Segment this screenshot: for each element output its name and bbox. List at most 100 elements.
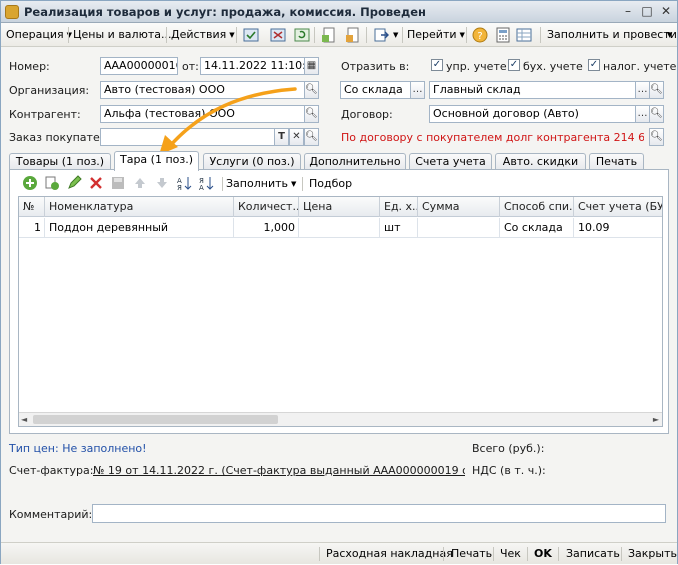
org-field[interactable]: Авто (тестовая) ООО <box>100 81 305 99</box>
col-price[interactable]: Цена <box>299 197 380 217</box>
document-window: Реализация товаров и услуг: продажа, ком… <box>0 0 678 564</box>
contract-search-icon[interactable]: 🔍︎ <box>649 105 664 123</box>
reflect-label: Отразить в: <box>341 60 410 73</box>
prices-currency-button[interactable]: Цены и валюта... <box>73 26 171 44</box>
svg-text:?: ? <box>477 31 482 42</box>
text-type-icon[interactable]: T <box>274 128 289 146</box>
title-bar: Реализация товаров и услуг: продажа, ком… <box>1 1 677 23</box>
delete-row-icon[interactable] <box>88 175 104 191</box>
invoice-link[interactable]: № 19 от 14.11.2022 г. (Счет-фактура выда… <box>93 464 465 477</box>
panel-toolbar: AЯ ЯA Заполнить ▼ Подбор <box>18 174 658 194</box>
table-row[interactable]: 1 Поддон деревянный 1,000 шт Со склада 1… <box>19 218 662 238</box>
reflect-acc-checkbox[interactable]: ✓ <box>508 59 520 71</box>
fill-and-post-button[interactable]: Заполнить и провести <box>547 26 677 44</box>
order-label: Заказ покупате... <box>9 131 111 144</box>
col-item[interactable]: Номенклатура <box>45 197 234 217</box>
ship-mode-field[interactable]: Со склада <box>340 81 411 99</box>
comment-field[interactable] <box>92 504 666 523</box>
clear-icon[interactable]: ✕ <box>289 128 304 146</box>
unpost-icon[interactable] <box>270 27 286 43</box>
print-button[interactable]: Печать <box>451 547 492 560</box>
order-search-icon[interactable]: 🔍︎ <box>304 128 319 146</box>
org-label: Организация: <box>9 84 90 97</box>
refresh-icon[interactable] <box>294 27 310 43</box>
tab-auto-discounts[interactable]: Авто. скидки <box>495 153 586 170</box>
price-type-link[interactable]: Тип цен: Не заполнено! <box>9 442 147 455</box>
number-field[interactable]: ААА00000016 <box>100 57 178 75</box>
contractor-field[interactable]: Альфа (тестовая) ООО <box>100 105 305 123</box>
invoice-label: Счет-фактура: <box>9 464 94 477</box>
containers-table: № Номенклатура Количест... Цена Ед. х...… <box>18 196 663 427</box>
tab-containers[interactable]: Тара (1 поз.) <box>114 151 199 171</box>
check-button[interactable]: Чек <box>500 547 521 560</box>
ship-mode-select-button[interactable]: … <box>410 81 425 99</box>
tab-services[interactable]: Услуги (0 поз.) <box>203 153 301 170</box>
col-method[interactable]: Способ спи... <box>500 197 574 217</box>
main-toolbar: Операция ▼ Цены и валюта... Действия ▼ ▼ П… <box>1 23 677 47</box>
total-label: Всего (руб.): <box>472 442 545 455</box>
operation-menu[interactable]: Операция ▼ <box>6 26 72 44</box>
tabs-row: Товары (1 поз.) Тара (1 поз.) Услуги (0 … <box>9 151 669 171</box>
structure-icon[interactable] <box>321 27 337 43</box>
table-settings-icon[interactable] <box>516 27 532 43</box>
vat-label: НДС (в т. ч.): <box>472 464 546 477</box>
tab-accounts[interactable]: Счета учета <box>409 153 492 170</box>
save-button[interactable]: Записать <box>566 547 620 560</box>
reflect-tax-checkbox[interactable]: ✓ <box>588 59 600 71</box>
contract-field[interactable]: Основной договор (Авто) <box>429 105 650 123</box>
reflect-mgmt-checkbox[interactable]: ✓ <box>431 59 443 71</box>
warehouse-field[interactable]: Главный склад <box>429 81 650 99</box>
tab-goods[interactable]: Товары (1 поз.) <box>9 153 111 170</box>
help-icon[interactable]: ? <box>472 27 488 43</box>
close-window-button[interactable]: ✕ <box>658 4 674 19</box>
goto-menu[interactable]: Перейти ▼ <box>407 26 465 44</box>
based-on-icon[interactable] <box>373 27 389 43</box>
document-icon <box>5 5 19 19</box>
search-icon[interactable]: 🔍︎ <box>304 81 319 99</box>
svg-text:A: A <box>199 184 204 191</box>
contract-label: Договор: <box>341 108 393 121</box>
date-label: от: <box>182 60 199 73</box>
col-unit[interactable]: Ед. х... <box>380 197 418 217</box>
contract-select-button[interactable]: … <box>635 105 650 123</box>
warehouse-search-icon[interactable]: 🔍︎ <box>649 81 664 99</box>
actions-menu[interactable]: Действия ▼ <box>171 26 235 44</box>
tab-additional[interactable]: Дополнительно <box>304 153 406 170</box>
ok-button[interactable]: OK <box>534 547 552 560</box>
fill-menu[interactable]: Заполнить ▼ <box>226 175 296 193</box>
maximize-button[interactable]: □ <box>639 4 655 19</box>
add-row-icon[interactable] <box>22 175 38 191</box>
warehouse-select-button[interactable]: … <box>635 81 650 99</box>
edit-row-icon[interactable] <box>66 175 82 191</box>
date-field[interactable]: 14.11.2022 11:10:37 <box>200 57 305 75</box>
tab-panel: AЯ ЯA Заполнить ▼ Подбор № Номенклатура К… <box>9 169 669 434</box>
move-up-icon[interactable] <box>132 175 148 191</box>
order-field[interactable] <box>100 128 275 146</box>
tab-print[interactable]: Печать <box>589 153 644 170</box>
reflect-acc-label: бух. учете <box>523 60 583 73</box>
col-sum[interactable]: Сумма <box>418 197 500 217</box>
calculator-icon[interactable] <box>495 27 511 43</box>
sort-desc-icon[interactable]: ЯA <box>198 175 214 191</box>
movements-icon[interactable] <box>345 27 361 43</box>
minimize-button[interactable]: – <box>620 4 636 19</box>
select-button[interactable]: Подбор <box>309 175 352 193</box>
col-qty[interactable]: Количест... <box>234 197 299 217</box>
contractor-search-icon[interactable]: 🔍︎ <box>304 105 319 123</box>
reflect-tax-label: налог. учете <box>603 60 677 73</box>
copy-row-icon[interactable] <box>44 175 60 191</box>
col-account[interactable]: Счет учета (БУ) <box>574 197 662 217</box>
bottom-action-bar: Расходная накладная Печать Чек OK Записа… <box>1 542 677 564</box>
post-icon[interactable] <box>243 27 259 43</box>
debt-note[interactable]: По договору с покупателем долг контраген… <box>341 131 644 144</box>
debt-search-icon[interactable]: 🔍︎ <box>649 128 664 146</box>
move-down-icon[interactable] <box>154 175 170 191</box>
horizontal-scrollbar[interactable]: ◄ ► <box>19 412 662 426</box>
calendar-icon[interactable]: ▦ <box>304 57 319 75</box>
waybill-button[interactable]: Расходная накладная <box>326 547 453 560</box>
col-num[interactable]: № <box>19 197 45 217</box>
close-button[interactable]: Закрыть <box>628 547 677 560</box>
table-header: № Номенклатура Количест... Цена Ед. х...… <box>19 197 662 217</box>
sort-asc-icon[interactable]: AЯ <box>176 175 192 191</box>
end-edit-icon[interactable] <box>110 175 126 191</box>
